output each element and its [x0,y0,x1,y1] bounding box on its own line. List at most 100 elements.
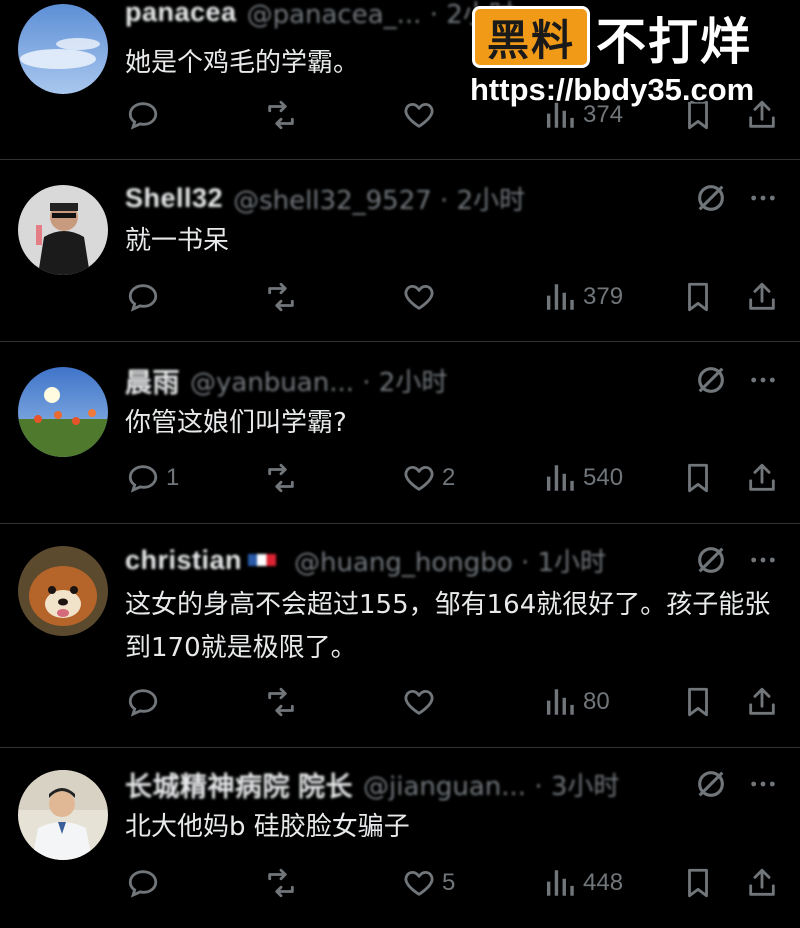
display-name[interactable]: panacea [125,0,237,28]
repost-button[interactable] [264,277,304,317]
watermark-url: https://bbdy35.com [470,72,755,107]
like-icon [404,689,434,715]
avatar[interactable] [18,4,108,94]
bookmark-icon [688,282,708,312]
bookmark-icon [688,463,708,493]
handle-time[interactable]: @jianguan... · 3小时 [363,766,619,803]
watermark: 黑料 不打烊 https://bbdy35.com [470,2,800,110]
reply-post[interactable]: christian @huang_hongbo · 1小时 这女的身高不会超过1… [0,524,800,748]
flag-icon [248,554,277,566]
action-bar: 5 448 [0,863,800,903]
post-text: 就一书呆 [125,226,230,256]
reply-button[interactable] [126,95,166,135]
like-count: 5 [442,869,456,896]
display-name[interactable]: 长城精神病院 院长 [125,765,353,804]
reply-post[interactable]: 晨雨 @yanbuan... · 2小时 你管这娘们叫学霸? 1 2 540 [0,342,800,524]
repost-icon [268,687,294,717]
like-button[interactable] [402,682,442,722]
display-name[interactable]: 晨雨 [125,361,180,400]
reply-icon [128,870,158,898]
like-button[interactable]: 2 [402,458,455,498]
bookmark-button[interactable] [681,863,715,903]
repost-icon [268,100,294,130]
post-text: 北大他妈b 硅胶脸女骗子 [125,812,410,842]
post-header: Shell32 @shell32_9527 · 2小时 [125,180,525,216]
reply-post[interactable]: Shell32 @shell32_9527 · 2小时 就一书呆 379 [0,160,800,342]
views-icon [546,870,574,896]
share-icon [749,463,775,491]
like-icon [404,102,434,128]
views-icon [546,465,574,491]
post-header: 晨雨 @yanbuan... · 2小时 [125,362,447,398]
like-button[interactable] [402,95,442,135]
repost-icon [268,868,294,898]
more-icon[interactable] [747,181,779,215]
like-button[interactable] [402,277,442,317]
like-button[interactable]: 5 [402,863,455,903]
mute-icon[interactable] [694,181,728,215]
watermark-badge: 黑料 [472,6,590,68]
post-header: 长城精神病院 院长 @jianguan... · 3小时 [125,766,619,802]
bookmark-button[interactable] [681,458,715,498]
views-count: 379 [583,283,624,310]
bookmark-button[interactable] [681,682,715,722]
share-button[interactable] [745,682,779,722]
views-button[interactable]: 448 [543,863,623,903]
views-count: 540 [583,464,624,491]
reply-post[interactable]: 长城精神病院 院长 @jianguan... · 3小时 北大他妈b 硅胶脸女骗… [0,748,800,928]
repost-icon [268,463,294,493]
display-name[interactable]: Shell32 [125,183,223,214]
avatar[interactable] [18,367,108,457]
views-icon [546,284,574,310]
reply-icon [128,284,158,312]
avatar[interactable] [18,770,108,860]
reply-button[interactable]: 1 [126,458,179,498]
views-button[interactable]: 80 [543,682,610,722]
handle-time[interactable]: @huang_hongbo · 1小时 [294,542,606,579]
share-icon [749,687,775,715]
share-icon [749,282,775,310]
watermark-title: 不打烊 [596,13,752,71]
post-text: 这女的身高不会超过155，邹有164就很好了。孩子能张到170就是极限了。 [125,590,771,663]
share-button[interactable] [745,277,779,317]
avatar[interactable] [18,185,108,275]
repost-button[interactable] [264,682,304,722]
like-icon [404,465,434,491]
more-icon[interactable] [747,363,779,397]
handle-time[interactable]: @yanbuan... · 2小时 [190,362,447,399]
reply-button[interactable] [126,863,166,903]
mute-icon[interactable] [694,543,728,577]
share-button[interactable] [745,458,779,498]
repost-button[interactable] [264,863,304,903]
like-count: 2 [442,464,456,491]
post-header: christian @huang_hongbo · 1小时 [125,542,606,578]
repost-button[interactable] [264,95,304,135]
more-icon[interactable] [747,543,779,577]
display-name[interactable]: christian [125,545,242,576]
avatar[interactable] [18,546,108,636]
action-bar: 1 2 540 [0,458,800,498]
reply-button[interactable] [126,277,166,317]
reply-icon [128,465,158,493]
handle-time[interactable]: @shell32_9527 · 2小时 [233,180,525,217]
mute-icon[interactable] [694,767,728,801]
views-button[interactable]: 379 [543,277,623,317]
like-icon [404,870,434,896]
share-button[interactable] [745,863,779,903]
reply-count: 1 [166,464,180,491]
repost-button[interactable] [264,458,304,498]
action-bar: 379 [0,277,800,317]
views-button[interactable]: 540 [543,458,623,498]
action-bar: 80 [0,682,800,722]
reply-feed: panacea @panacea_... · 2小时 她是个鸡毛的学霸。 374 [0,0,800,928]
bookmark-button[interactable] [681,277,715,317]
mute-icon[interactable] [694,363,728,397]
more-icon[interactable] [747,767,779,801]
views-icon [546,689,574,715]
share-icon [749,868,775,896]
post-text: 你管这娘们叫学霸? [125,408,347,438]
reply-button[interactable] [126,682,166,722]
bookmark-icon [688,868,708,898]
views-count: 80 [583,688,610,715]
reply-icon [128,102,158,130]
